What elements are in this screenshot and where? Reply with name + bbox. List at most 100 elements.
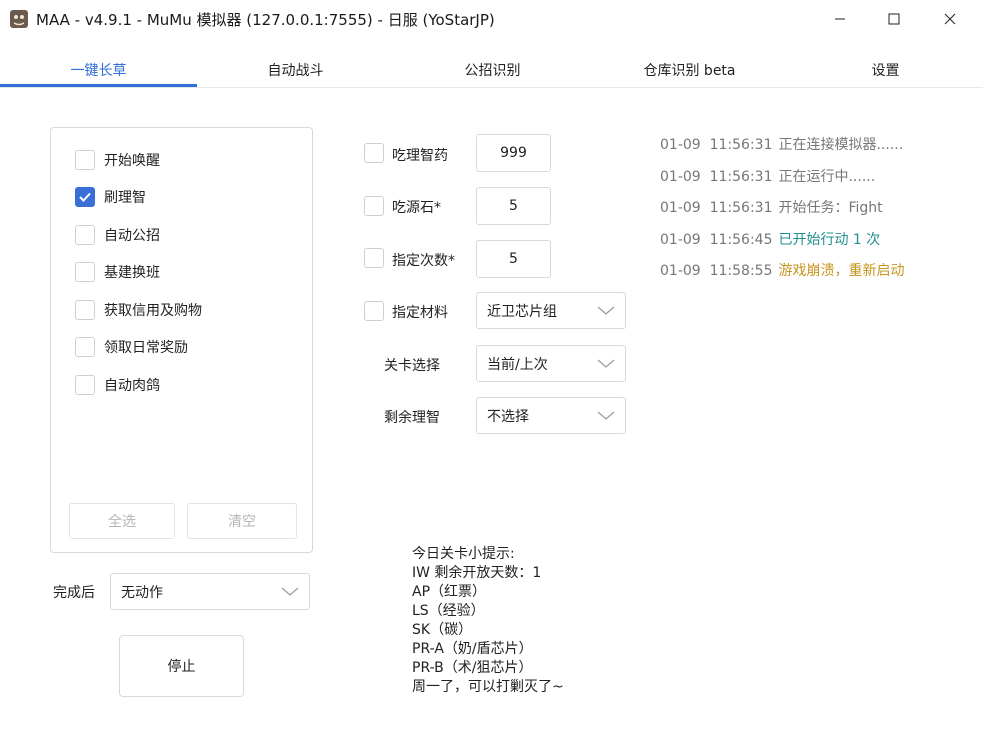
tab-label: 一键长草 bbox=[70, 63, 127, 79]
task-label: 自动肉鸽 bbox=[104, 378, 160, 394]
tab-recruit[interactable]: 公招识别 bbox=[394, 52, 591, 88]
task-mall[interactable]: 获取信用及购物 bbox=[75, 299, 202, 321]
log-line: 01-09 11:56:31 正在连接模拟器...... bbox=[660, 134, 903, 154]
log-message: 已开始行动 1 次 bbox=[778, 232, 881, 248]
log-line: 01-09 11:56:45 已开始行动 1 次 bbox=[660, 229, 880, 249]
log-line: 01-09 11:58:55 游戏崩溃，重新启动 bbox=[660, 260, 904, 280]
log-time: 11:56:31 bbox=[709, 169, 773, 185]
times-label: 指定次数* bbox=[392, 253, 455, 269]
active-tab-indicator bbox=[0, 84, 197, 87]
stone-checkbox-row[interactable] bbox=[364, 196, 384, 216]
log-line: 01-09 11:56:31 正在运行中...... bbox=[660, 166, 875, 186]
tip-line: SK（碳） bbox=[412, 622, 473, 638]
stage-select[interactable]: 当前/上次 bbox=[476, 345, 626, 382]
tip-line: 今日关卡小提示: bbox=[412, 546, 515, 562]
checkbox[interactable] bbox=[364, 248, 384, 268]
task-list-panel: 开始唤醒 刷理智 自动公招 基建换班 获取信用及购物 领取日常奖励 自动肉鸽 全… bbox=[50, 127, 313, 553]
checkbox[interactable] bbox=[75, 300, 95, 320]
log-date: 01-09 bbox=[660, 169, 701, 185]
checkbox-checked[interactable] bbox=[75, 187, 95, 207]
log-message: 正在连接模拟器...... bbox=[778, 137, 904, 153]
clear-button[interactable]: 清空 bbox=[187, 503, 297, 539]
select-value: 无动作 bbox=[121, 584, 163, 601]
tip-line: PR-B（术/狙芯片） bbox=[412, 660, 533, 676]
medicine-label: 吃理智药 bbox=[392, 148, 448, 164]
log-message: 开始任务：Fight bbox=[778, 200, 883, 216]
tab-farming[interactable]: 一键长草 bbox=[0, 52, 197, 88]
close-button[interactable] bbox=[927, 0, 973, 38]
log-date: 01-09 bbox=[660, 263, 701, 279]
tab-depot[interactable]: 仓库识别 beta bbox=[591, 52, 788, 88]
title-bar: MAA - v4.9.1 - MuMu 模拟器 (127.0.0.1:7555)… bbox=[0, 0, 983, 38]
maa-app-icon bbox=[10, 10, 28, 28]
task-label: 刷理智 bbox=[104, 190, 146, 206]
after-complete-label: 完成后 bbox=[53, 585, 95, 601]
task-infrast[interactable]: 基建换班 bbox=[75, 261, 160, 283]
select-value: 当前/上次 bbox=[487, 356, 548, 373]
minimize-icon bbox=[835, 18, 845, 20]
tab-bar: 一键长草 自动战斗 公招识别 仓库识别 beta 设置 bbox=[0, 52, 983, 88]
tip-line: IW 剩余开放天数：1 bbox=[412, 565, 542, 581]
tab-label: 仓库识别 beta bbox=[643, 63, 736, 79]
task-wakeup[interactable]: 开始唤醒 bbox=[75, 149, 160, 171]
checkbox[interactable] bbox=[364, 301, 384, 321]
task-label: 基建换班 bbox=[104, 265, 160, 281]
log-date: 01-09 bbox=[660, 137, 701, 153]
tip-line: PR-A（奶/盾芯片） bbox=[412, 641, 533, 657]
remaining-label: 剩余理智 bbox=[384, 410, 440, 426]
remaining-select[interactable]: 不选择 bbox=[476, 397, 626, 434]
chevron-down-icon bbox=[597, 359, 615, 368]
maximize-button[interactable] bbox=[871, 0, 917, 38]
log-time: 11:56:31 bbox=[709, 200, 773, 216]
tab-settings[interactable]: 设置 bbox=[788, 52, 983, 88]
log-time: 11:56:31 bbox=[709, 137, 773, 153]
times-input[interactable]: 5 bbox=[476, 240, 551, 278]
checkbox[interactable] bbox=[75, 337, 95, 357]
checkbox[interactable] bbox=[75, 262, 95, 282]
task-label: 领取日常奖励 bbox=[104, 340, 188, 356]
tab-label: 公招识别 bbox=[464, 63, 521, 79]
log-line: 01-09 11:56:31 开始任务：Fight bbox=[660, 197, 883, 217]
tip-line: 周一了，可以打剿灭了~ bbox=[412, 679, 564, 695]
checkbox[interactable] bbox=[75, 225, 95, 245]
log-message: 游戏崩溃，重新启动 bbox=[778, 263, 905, 279]
chevron-down-icon bbox=[597, 306, 615, 315]
close-icon bbox=[944, 13, 956, 25]
checkbox[interactable] bbox=[75, 375, 95, 395]
task-roguelike[interactable]: 自动肉鸽 bbox=[75, 374, 160, 396]
material-label: 指定材料 bbox=[392, 305, 448, 321]
maximize-icon bbox=[888, 13, 900, 25]
log-date: 01-09 bbox=[660, 200, 701, 216]
log-time: 11:58:55 bbox=[709, 263, 773, 279]
stop-button[interactable]: 停止 bbox=[119, 635, 244, 697]
checkbox[interactable] bbox=[75, 150, 95, 170]
stone-input[interactable]: 5 bbox=[476, 187, 551, 225]
tab-label: 设置 bbox=[871, 63, 900, 79]
medicine-input[interactable]: 999 bbox=[476, 134, 551, 172]
select-value: 近卫芯片组 bbox=[487, 303, 557, 320]
tab-auto-battle[interactable]: 自动战斗 bbox=[197, 52, 394, 88]
chevron-down-icon bbox=[597, 411, 615, 420]
tip-line: LS（经验） bbox=[412, 603, 485, 619]
times-checkbox-row[interactable] bbox=[364, 248, 384, 268]
select-all-button[interactable]: 全选 bbox=[69, 503, 175, 539]
log-time: 11:56:45 bbox=[709, 232, 773, 248]
tab-label: 自动战斗 bbox=[267, 63, 324, 79]
task-award[interactable]: 领取日常奖励 bbox=[75, 336, 188, 358]
window-title: MAA - v4.9.1 - MuMu 模拟器 (127.0.0.1:7555)… bbox=[36, 11, 495, 29]
medicine-checkbox-row[interactable] bbox=[364, 143, 384, 163]
task-recruit[interactable]: 自动公招 bbox=[75, 224, 160, 246]
checkbox[interactable] bbox=[364, 143, 384, 163]
chevron-down-icon bbox=[281, 587, 299, 596]
log-message: 正在运行中...... bbox=[778, 169, 876, 185]
checkmark-icon bbox=[79, 192, 91, 202]
material-select[interactable]: 近卫芯片组 bbox=[476, 292, 626, 329]
checkbox[interactable] bbox=[364, 196, 384, 216]
minimize-button[interactable] bbox=[817, 0, 863, 38]
task-label: 自动公招 bbox=[104, 228, 160, 244]
material-checkbox-row[interactable] bbox=[364, 301, 384, 321]
stone-label: 吃源石* bbox=[392, 200, 441, 216]
after-complete-select[interactable]: 无动作 bbox=[110, 573, 310, 610]
task-label: 获取信用及购物 bbox=[104, 303, 202, 319]
task-combat[interactable]: 刷理智 bbox=[75, 186, 146, 208]
